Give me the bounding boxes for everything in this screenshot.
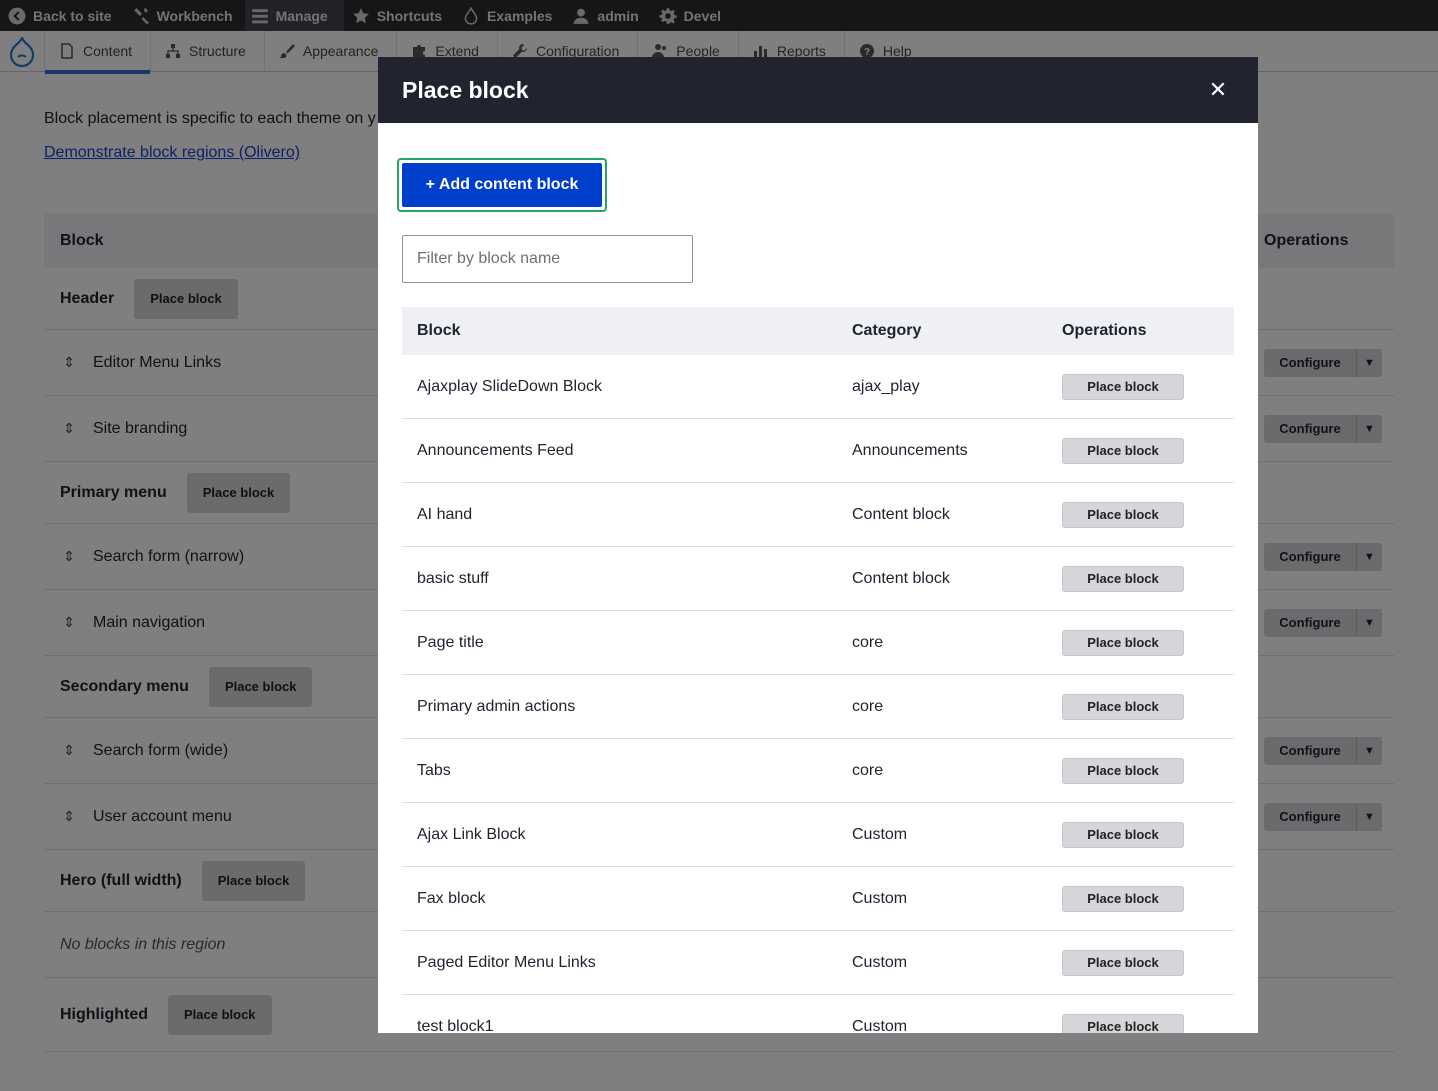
table-row: AI hand Content block Place block (402, 483, 1234, 547)
block-name: Paged Editor Menu Links (417, 953, 596, 971)
close-icon[interactable]: ✕ (1202, 74, 1234, 106)
block-category: Custom (852, 1017, 908, 1034)
place-block-button[interactable]: Place block (1062, 501, 1184, 528)
block-category: core (852, 633, 884, 651)
table-row: Primary admin actions core Place block (402, 675, 1234, 739)
place-block-button[interactable]: Place block (1062, 565, 1184, 592)
block-name: Tabs (417, 761, 451, 779)
block-category: core (852, 697, 884, 715)
header-operations: Operations (1062, 322, 1147, 339)
block-category: Content block (852, 569, 950, 587)
table-row: test block1 Custom Place block (402, 995, 1234, 1033)
block-name: Fax block (417, 889, 486, 907)
block-category: Custom (852, 953, 908, 971)
block-category: Announcements (852, 441, 968, 459)
place-block-button[interactable]: Place block (1062, 629, 1184, 656)
add-content-block-focus-ring: + Add content block (397, 158, 607, 212)
place-block-button[interactable]: Place block (1062, 437, 1184, 464)
block-name: test block1 (417, 1017, 494, 1034)
place-block-dialog: Place block ✕ + Add content block Block … (378, 57, 1258, 1033)
table-row: Paged Editor Menu Links Custom Place blo… (402, 931, 1234, 995)
place-block-button[interactable]: Place block (1062, 821, 1184, 848)
block-name: AI hand (417, 505, 473, 523)
block-list-table: Block Category Operations Ajaxplay Slide… (402, 307, 1234, 1033)
table-row: Fax block Custom Place block (402, 867, 1234, 931)
place-block-button[interactable]: Place block (1062, 949, 1184, 976)
table-row: Page title core Place block (402, 611, 1234, 675)
block-name: basic stuff (417, 569, 489, 587)
dialog-title: Place block (402, 76, 529, 103)
header-block: Block (417, 322, 461, 339)
place-block-button[interactable]: Place block (1062, 885, 1184, 912)
block-name: Primary admin actions (417, 697, 576, 715)
block-category: core (852, 761, 884, 779)
place-block-button[interactable]: Place block (1062, 693, 1184, 720)
table-row: basic stuff Content block Place block (402, 547, 1234, 611)
block-category: Custom (852, 825, 908, 843)
block-name: Announcements Feed (417, 441, 574, 459)
filter-block-name-input[interactable] (402, 235, 693, 283)
block-name: Ajaxplay SlideDown Block (417, 377, 602, 395)
header-category: Category (852, 322, 922, 339)
place-block-button[interactable]: Place block (1062, 757, 1184, 784)
table-header: Block Category Operations (402, 307, 1234, 355)
block-category: ajax_play (852, 377, 920, 395)
table-row: Ajax Link Block Custom Place block (402, 803, 1234, 867)
block-category: Content block (852, 505, 950, 523)
table-row: Ajaxplay SlideDown Block ajax_play Place… (402, 355, 1234, 419)
add-content-block-button[interactable]: + Add content block (402, 163, 602, 207)
table-row: Announcements Feed Announcements Place b… (402, 419, 1234, 483)
place-block-button[interactable]: Place block (1062, 1013, 1184, 1033)
dialog-titlebar: Place block ✕ (378, 57, 1258, 123)
block-name: Ajax Link Block (417, 825, 526, 843)
block-name: Page title (417, 633, 484, 651)
table-row: Tabs core Place block (402, 739, 1234, 803)
block-category: Custom (852, 889, 908, 907)
place-block-button[interactable]: Place block (1062, 373, 1184, 400)
